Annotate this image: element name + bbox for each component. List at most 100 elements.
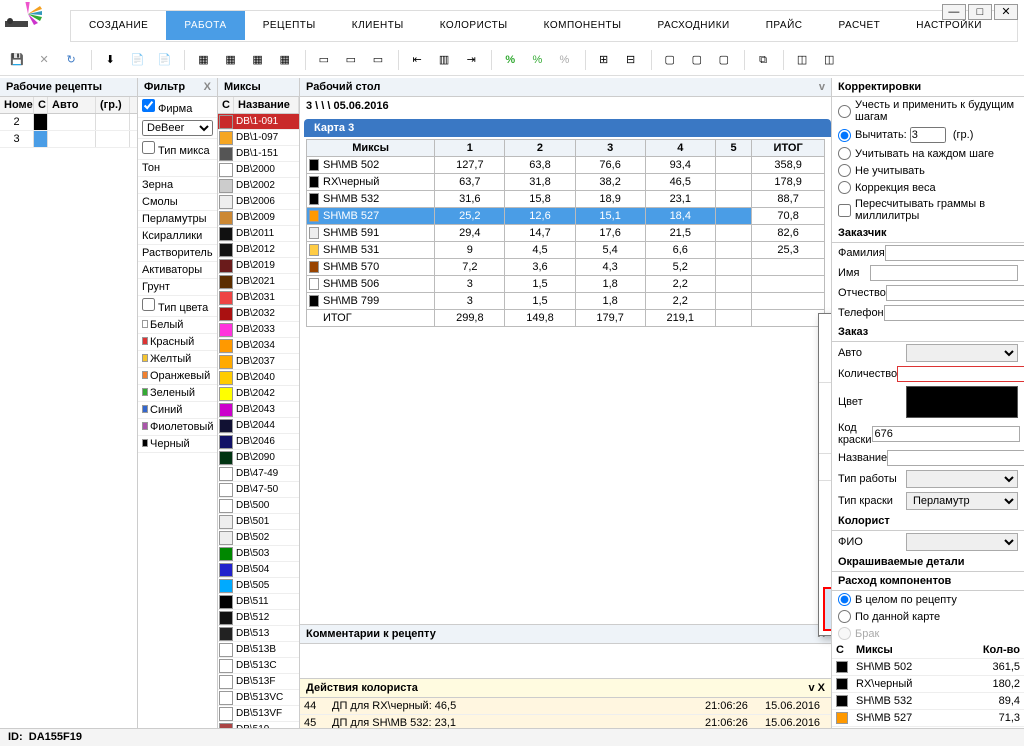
filter-item[interactable]: Черный (138, 436, 217, 453)
maximize-button[interactable]: □ (968, 4, 992, 20)
filter-item[interactable]: Синий (138, 402, 217, 419)
menu-клиенты[interactable]: КЛИЕНТЫ (334, 11, 422, 40)
mix-item[interactable]: DB\513 (218, 626, 299, 642)
mix-item[interactable]: DB\512 (218, 610, 299, 626)
table-x-icon[interactable]: ▦ (247, 49, 269, 71)
drop2-icon[interactable]: ◫ (818, 49, 840, 71)
working-recipe-row[interactable]: 2 (0, 114, 137, 131)
mix-item[interactable]: DB\2037 (218, 354, 299, 370)
panel-collapse[interactable]: v (819, 81, 825, 93)
mix-item[interactable]: DB\2019 (218, 258, 299, 274)
mix-item[interactable]: DB\2031 (218, 290, 299, 306)
action-row[interactable]: 45ДП для SH\MB 532: 23,121:06:2615.06.20… (300, 715, 831, 728)
menu-расчет[interactable]: РАСЧЕТ (821, 11, 899, 40)
frame-icon[interactable]: ⧉ (752, 49, 774, 71)
table-check-icon[interactable]: ▦ (220, 49, 242, 71)
ctx-item[interactable]: Переименовать карту (819, 505, 832, 527)
drop-icon[interactable]: ◫ (791, 49, 813, 71)
col-left-icon[interactable]: ⇤ (406, 49, 428, 71)
correction-opt3[interactable] (838, 147, 851, 160)
mix-item[interactable]: DB\513VF (218, 706, 299, 722)
auto-select[interactable] (906, 344, 1018, 362)
mix-item[interactable]: DB\2012 (218, 242, 299, 258)
ctx-item[interactable]: Добавить новый шаг (819, 314, 832, 336)
mix-item[interactable]: DB\2046 (218, 434, 299, 450)
lastname-input[interactable] (885, 245, 1024, 261)
mix-item[interactable]: DB\2006 (218, 194, 299, 210)
mix-item[interactable]: DB\2002 (218, 178, 299, 194)
table-icon[interactable]: ▦ (193, 49, 215, 71)
correction-value[interactable] (910, 127, 946, 143)
mix-item[interactable]: DB\513C (218, 658, 299, 674)
filter-item[interactable]: Фиолетовый (138, 419, 217, 436)
filter-item[interactable]: Ксираллики (138, 228, 217, 245)
percent-down-icon[interactable]: % (526, 49, 548, 71)
ctx-item[interactable]: Сортировать значения▸ (819, 456, 832, 478)
correction-opt4[interactable] (838, 164, 851, 177)
mix-item[interactable]: DB\47-50 (218, 482, 299, 498)
filter-item[interactable]: Белый (138, 317, 217, 334)
mix-item[interactable]: DB\2034 (218, 338, 299, 354)
mix-item[interactable]: DB\503 (218, 546, 299, 562)
minimize-button[interactable]: — (942, 4, 966, 20)
consumption-opt1[interactable] (838, 593, 851, 606)
recipe-red-icon[interactable]: 📄 (153, 49, 175, 71)
col-icon[interactable]: ▥ (433, 49, 455, 71)
panel-close[interactable]: Х (818, 682, 825, 694)
correction-opt5[interactable] (838, 181, 851, 194)
ctx-emergency-restore[interactable]: Аварийное восстановление карты рецепта (825, 589, 832, 629)
panel-collapse[interactable]: v (808, 682, 814, 694)
correction-opt1[interactable] (838, 105, 851, 118)
card-copy-icon[interactable]: ▭ (367, 49, 389, 71)
mix-item[interactable]: DB\2043 (218, 402, 299, 418)
mix-item[interactable]: DB\2044 (218, 418, 299, 434)
recipe-icon[interactable]: 📄 (126, 49, 148, 71)
mix-item[interactable]: DB\2011 (218, 226, 299, 242)
filter-item[interactable]: Смолы (138, 194, 217, 211)
mix-item[interactable]: DB\500 (218, 498, 299, 514)
filter-item[interactable]: Перламутры (138, 211, 217, 228)
filter-item[interactable]: Фирма (138, 97, 217, 118)
mix-item[interactable]: DB\2021 (218, 274, 299, 290)
mix-item[interactable]: DB\513F (218, 674, 299, 690)
filter-item[interactable]: Зерна (138, 177, 217, 194)
menu-прайс[interactable]: ПРАЙС (748, 11, 821, 40)
colorist-select[interactable] (906, 533, 1018, 551)
mix-item[interactable]: DB\1-151 (218, 146, 299, 162)
filter-item[interactable]: DeBeer (138, 118, 217, 139)
firstname-input[interactable] (870, 265, 1018, 281)
phone-input[interactable] (884, 305, 1024, 321)
filter-item[interactable]: Тип микса (138, 139, 217, 160)
working-recipe-row[interactable]: 3 (0, 131, 137, 148)
menu-рецепты[interactable]: РЕЦЕПТЫ (245, 11, 334, 40)
mix-item[interactable]: DB\504 (218, 562, 299, 578)
filter-item[interactable]: Грунт (138, 279, 217, 296)
correction-opt2[interactable] (838, 129, 851, 142)
mix-item[interactable]: DB\2009 (218, 210, 299, 226)
mix-item[interactable]: DB\513VC (218, 690, 299, 706)
mix-item[interactable]: DB\1-097 (218, 130, 299, 146)
mix-item[interactable]: DB\2040 (218, 370, 299, 386)
ctx-item[interactable]: Скрин карты (819, 561, 832, 583)
mix-item[interactable]: DB\1-091 (218, 114, 299, 130)
menu-колористы[interactable]: КОЛОРИСТЫ (422, 11, 526, 40)
worktype-select[interactable] (906, 470, 1018, 488)
table-warn-icon[interactable]: ▦ (274, 49, 296, 71)
col-right-icon[interactable]: ⇥ (460, 49, 482, 71)
ctx-item[interactable]: Добавить значение в ячейку (819, 336, 832, 358)
name-input[interactable] (887, 450, 1024, 466)
filter-item[interactable]: Зеленый (138, 385, 217, 402)
delete-icon[interactable]: ✕ (33, 49, 55, 71)
ctx-item[interactable]: Создать карту с рецептом активной карты (819, 527, 832, 561)
mix-item[interactable]: DB\513B (218, 642, 299, 658)
ctx-item[interactable]: Очистить клетку (819, 385, 832, 407)
filter-item[interactable]: Оранжевый (138, 368, 217, 385)
filter-item[interactable]: Желтый (138, 351, 217, 368)
paintcode-input[interactable] (872, 426, 1020, 442)
grid-add-icon[interactable]: ⊞ (593, 49, 615, 71)
cell-clear-icon[interactable]: ▢ (686, 49, 708, 71)
close-button[interactable]: ✕ (994, 4, 1018, 20)
filter-item[interactable]: Тип цвета (138, 296, 217, 317)
recalc-checkbox[interactable] (838, 204, 851, 217)
save-icon[interactable]: 💾 (6, 49, 28, 71)
